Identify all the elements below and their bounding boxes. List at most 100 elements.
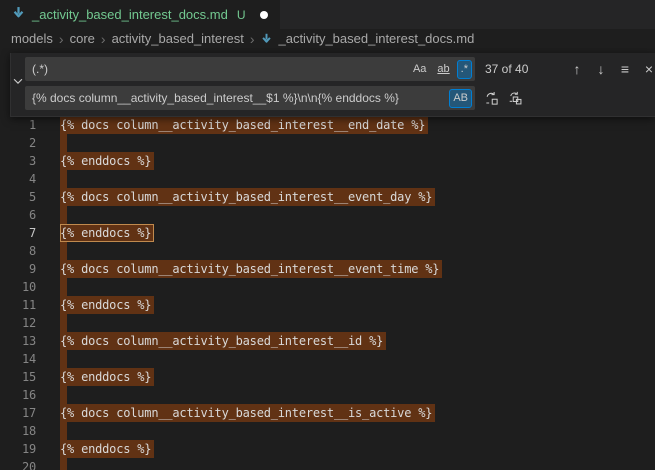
code-line[interactable]: 12 [0,314,655,332]
line-number: 10 [0,278,36,296]
line-content [60,206,67,224]
line-content: {% docs column__activity_based_interest_… [60,332,386,350]
code-line[interactable]: 5 {% docs column__activity_based_interest… [0,188,655,206]
find-match-highlight: {% enddocs %} [60,152,154,170]
unsaved-changes-dot[interactable] [260,11,268,19]
breadcrumb-item-models[interactable]: models [11,31,53,46]
find-match-highlight [60,314,67,332]
find-match-highlight: {% docs column__activity_based_interest_… [60,260,442,278]
line-content [60,170,67,188]
code-line[interactable]: 11{% enddocs %} [0,296,655,314]
find-match-highlight: {% docs column__activity_based_interest_… [60,188,435,206]
line-number: 5 [0,188,36,206]
find-match-highlight [60,386,67,404]
line-number: 12 [0,314,36,332]
code-line[interactable]: 14 [0,350,655,368]
regex-button[interactable]: .* [457,60,472,79]
line-content [60,386,67,404]
find-match-highlight [60,170,67,188]
match-count: 37 of 40 [485,62,545,76]
line-number: 14 [0,350,36,368]
line-content: {% enddocs %} [60,368,154,386]
line-content: {% docs column__activity_based_interest_… [60,188,435,206]
line-number: 13 [0,332,36,350]
find-match-highlight [60,422,67,440]
find-replace-widget: (.*) Aa ab .* 37 of 40 ↑ ↓ ≡ × {% docs c… [10,53,655,117]
toggle-replace-button[interactable] [11,57,25,110]
line-content: {% docs column__activity_based_interest_… [60,116,428,134]
find-match-highlight: {% enddocs %} [60,296,154,314]
preserve-case-button[interactable]: AB [449,89,472,108]
code-line[interactable]: 13 {% docs column__activity_based_interes… [0,332,655,350]
line-number: 15 [0,368,36,386]
code-line[interactable]: 10 [0,278,655,296]
code-line[interactable]: 3{% enddocs %} [0,152,655,170]
line-content: {% docs column__activity_based_interest_… [60,260,442,278]
line-number: 6 [0,206,36,224]
line-content: {% enddocs %} [60,224,154,242]
line-content [60,242,67,260]
line-content [60,134,67,152]
markdown-file-icon [11,5,26,25]
find-match-highlight [60,458,67,470]
find-match-highlight: {% enddocs %} [60,368,154,386]
replace-all-icon [508,91,523,106]
line-number: 18 [0,422,36,440]
find-query: (.*) [32,62,409,76]
code-line[interactable]: 9 {% docs column__activity_based_interest… [0,260,655,278]
code-line[interactable]: 16 [0,386,655,404]
chevron-down-icon [11,74,25,93]
find-in-selection-button[interactable]: ≡ [615,59,635,79]
code-line[interactable]: 6 [0,206,655,224]
replace-button[interactable] [481,88,501,108]
next-match-button[interactable]: ↓ [591,59,611,79]
line-number: 9 [0,260,36,278]
git-status-badge: U [237,8,246,22]
line-content: {% docs column__activity_based_interest_… [60,404,435,422]
line-number: 19 [0,440,36,458]
whole-word-button[interactable]: ab [433,60,453,79]
close-button[interactable]: × [639,59,655,79]
breadcrumb-separator: › [59,31,64,47]
line-content [60,278,67,296]
replace-input[interactable]: {% docs column__activity_based_interest_… [25,86,475,110]
replace-row: {% docs column__activity_based_interest_… [25,86,655,110]
find-match-highlight [60,206,67,224]
line-number: 1 [0,116,36,134]
tab-bar: _activity_based_interest_docs.md U [0,0,655,29]
line-number: 7 [0,224,36,242]
breadcrumb-item-file[interactable]: _activity_based_interest_docs.md [278,31,474,46]
breadcrumb-separator: › [101,31,106,47]
find-match-highlight [60,134,67,152]
code-line[interactable]: 18 [0,422,655,440]
code-line[interactable]: 20 [0,458,655,470]
code-line[interactable]: 1 {% docs column__activity_based_interest… [0,116,655,134]
line-number: 2 [0,134,36,152]
code-line[interactable]: 2 [0,134,655,152]
tab-file[interactable]: _activity_based_interest_docs.md U [0,0,280,29]
match-case-button[interactable]: Aa [409,60,430,79]
code-editor[interactable]: 1 {% docs column__activity_based_interest… [0,48,655,470]
line-content [60,458,67,470]
find-match-highlight: {% docs column__activity_based_interest_… [60,404,435,422]
code-line[interactable]: 17{% docs column__activity_based_interes… [0,404,655,422]
replace-all-button[interactable] [505,88,525,108]
markdown-file-icon [260,32,273,45]
code-line[interactable]: 15 {% enddocs %} [0,368,655,386]
find-match-highlight: {% enddocs %} [60,440,154,458]
line-content: {% enddocs %} [60,152,154,170]
code-line[interactable]: 4 [0,170,655,188]
breadcrumb: models › core › activity_based_interest … [0,29,655,48]
breadcrumb-item-folder[interactable]: activity_based_interest [112,31,244,46]
breadcrumb-item-core[interactable]: core [70,31,95,46]
find-match-highlight [60,350,67,368]
line-number: 20 [0,458,36,470]
code-line[interactable]: 19 {% enddocs %} [0,440,655,458]
previous-match-button[interactable]: ↑ [567,59,587,79]
find-input[interactable]: (.*) Aa ab .* [25,57,475,81]
line-content: {% enddocs %} [60,296,154,314]
code-line[interactable]: 7 {% enddocs %} [0,224,655,242]
code-line[interactable]: 8 [0,242,655,260]
line-number: 16 [0,386,36,404]
find-match-highlight: {% docs column__activity_based_interest_… [60,116,428,134]
